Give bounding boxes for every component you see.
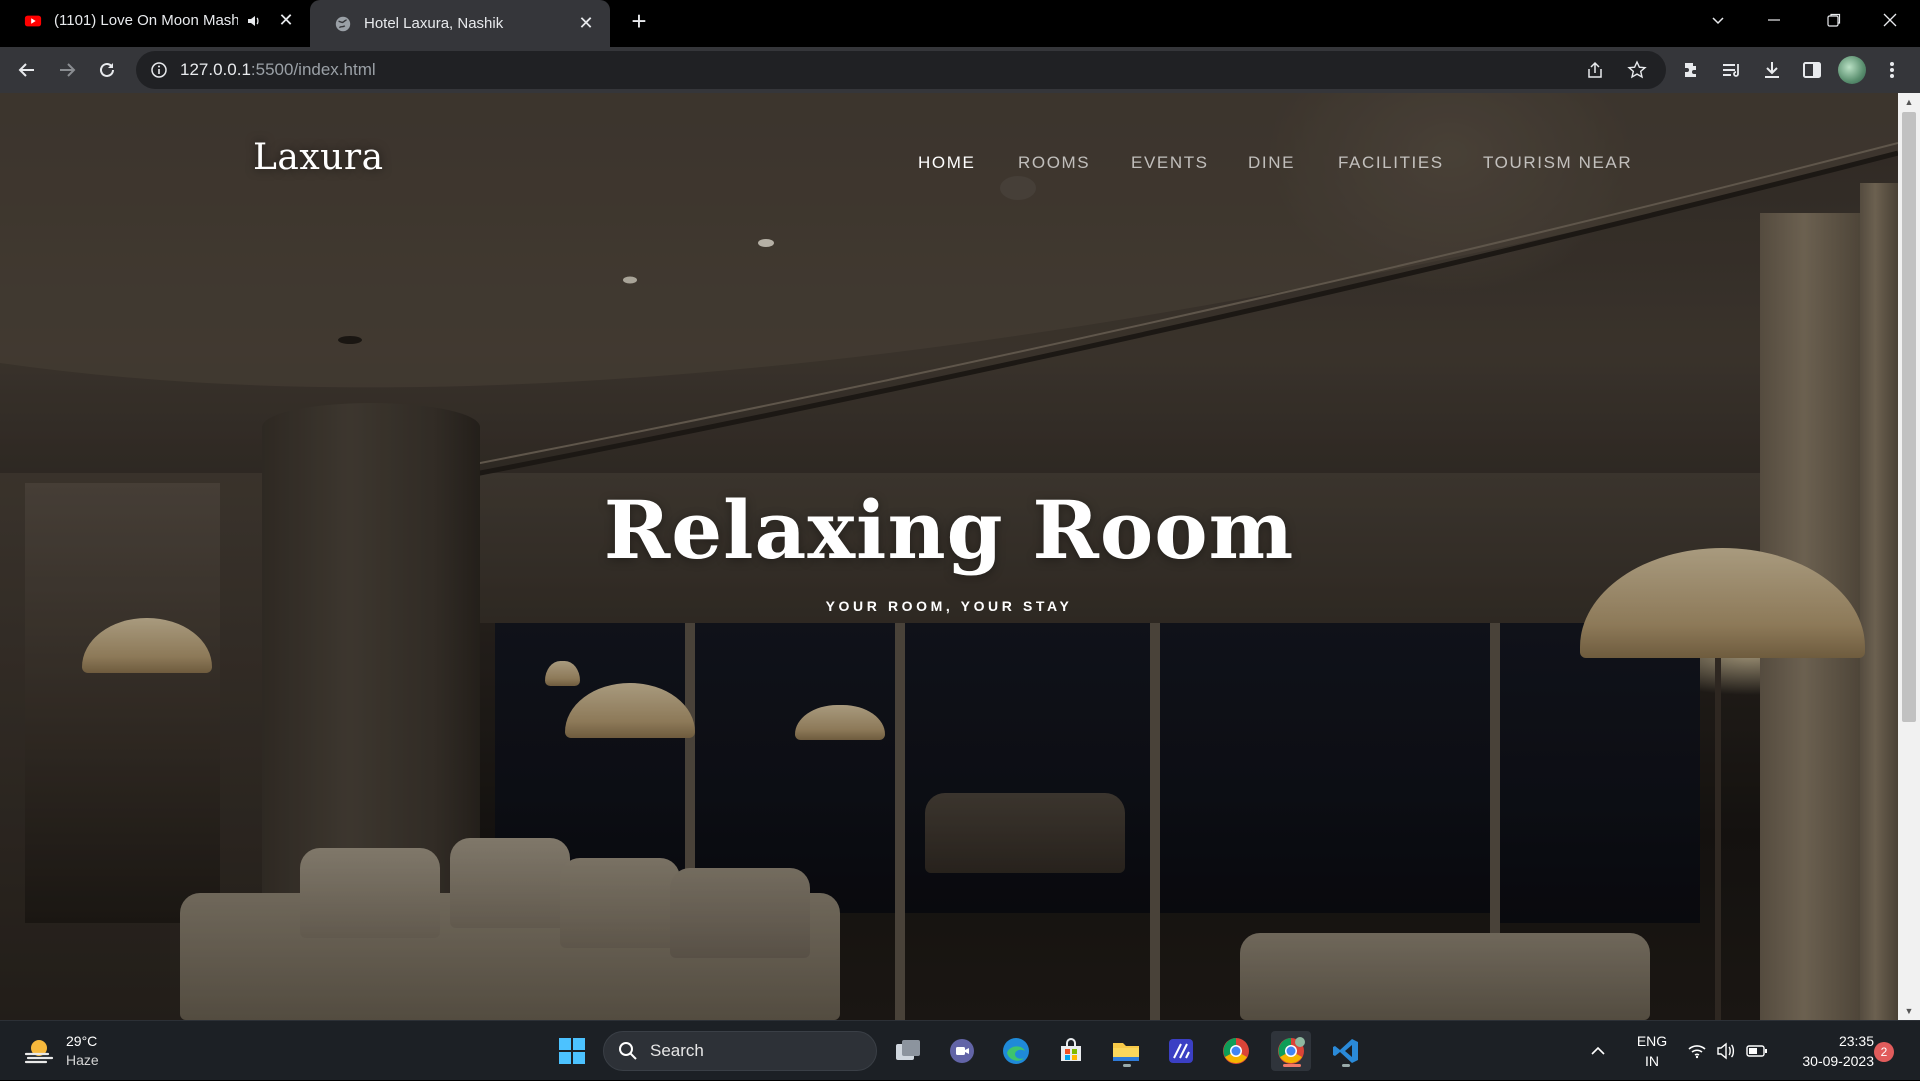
minimize-icon[interactable] [1746,0,1802,40]
youtube-icon [24,15,42,26]
chrome-icon[interactable] [1216,1031,1256,1071]
address-bar[interactable]: 127.0.0.1:5500/index.html [136,51,1666,89]
haze-weather-icon [24,1040,54,1064]
close-tab-icon[interactable]: ✕ [576,13,596,34]
tab-search-icon[interactable] [1690,0,1746,40]
taskbar-search[interactable]: Search [603,1031,877,1071]
task-view-icon[interactable] [888,1031,928,1071]
menu-kebab-icon[interactable] [1878,56,1906,84]
main-nav: HOME ROOMS EVENTS DINE FACILITIES TOURIS… [0,153,1898,183]
volume-icon[interactable] [1716,1021,1736,1081]
wifi-icon[interactable] [1688,1021,1706,1081]
close-tab-icon[interactable]: ✕ [276,10,296,31]
teams-meet-icon[interactable] [942,1031,982,1071]
page-viewport: Laxura HOME ROOMS EVENTS DINE FACILITIES… [0,93,1898,1020]
weather-condition: Haze [66,1052,99,1068]
system-clock[interactable]: 23:35 30-09-2023 [1778,1031,1874,1071]
weather-temperature: 29°C [66,1033,98,1049]
close-window-icon[interactable] [1862,0,1918,40]
browser-toolbar: 127.0.0.1:5500/index.html [0,47,1920,93]
nav-tourism-near[interactable]: TOURISM NEAR [1483,153,1632,173]
tab-hotel-laxura[interactable]: Hotel Laxura, Nashik ✕ [310,0,610,47]
forward-icon[interactable] [52,55,82,85]
hero-title: Relaxing Room [603,483,1295,577]
globe-icon [335,16,351,31]
nav-rooms[interactable]: ROOMS [1018,153,1090,173]
url-text: 127.0.0.1:5500/index.html [180,60,376,79]
hero-subtitle: YOUR ROOM, YOUR STAY [825,598,1073,614]
clock-date: 30-09-2023 [1802,1053,1874,1069]
file-explorer-icon[interactable] [1106,1031,1146,1071]
vscode-icon[interactable] [1326,1031,1366,1071]
audio-playing-icon[interactable] [246,13,262,29]
download-icon[interactable] [1758,56,1786,84]
info-icon[interactable] [150,61,168,79]
ai-app-icon[interactable] [1161,1031,1201,1071]
search-label: Search [650,1041,704,1060]
browser-tab-strip: (1101) Love On Moon Mash ✕ Hotel Laxura,… [0,0,1920,47]
notification-badge[interactable]: 2 [1874,1042,1894,1062]
nav-events[interactable]: EVENTS [1131,153,1209,173]
store-icon[interactable] [1051,1031,1091,1071]
profile-avatar-icon[interactable] [1838,56,1866,84]
search-icon [619,1042,637,1060]
tab-title: Hotel Laxura, Nashik [364,15,504,32]
tab-title: (1101) Love On Moon Mash [54,12,238,29]
share-icon[interactable] [1582,57,1608,83]
battery-icon[interactable] [1746,1021,1768,1081]
edge-icon[interactable] [996,1031,1036,1071]
bookmark-star-icon[interactable] [1624,57,1650,83]
back-icon[interactable] [12,55,42,85]
extensions-icon[interactable] [1678,56,1706,84]
scroll-thumb[interactable] [1902,112,1916,722]
restore-icon[interactable] [1806,0,1862,40]
reload-icon[interactable] [92,55,122,85]
chrome-profile-icon[interactable] [1271,1031,1311,1071]
side-panel-icon[interactable] [1798,56,1826,84]
start-windows-icon[interactable] [552,1031,592,1071]
windows-taskbar: 29°C Haze Search ENG IN 23:35 30-09-2023… [0,1020,1920,1080]
page-scrollbar[interactable]: ▲ ▼ [1898,93,1920,1020]
nav-facilities[interactable]: FACILITIES [1338,153,1444,173]
scroll-up-arrow-icon[interactable]: ▲ [1898,93,1920,111]
nav-dine[interactable]: DINE [1248,153,1295,173]
nav-home[interactable]: HOME [918,153,975,173]
show-hidden-icons-chevron-icon[interactable] [1590,1021,1606,1081]
scroll-down-arrow-icon[interactable]: ▼ [1898,1002,1920,1020]
clock-time: 23:35 [1838,1033,1874,1049]
new-tab-button[interactable]: + [624,6,654,36]
language-indicator[interactable]: ENG IN [1632,1031,1672,1071]
tab-youtube[interactable]: (1101) Love On Moon Mash ✕ [0,0,310,41]
reading-list-icon[interactable] [1718,56,1746,84]
weather-widget[interactable]: 29°C Haze [22,1032,99,1070]
